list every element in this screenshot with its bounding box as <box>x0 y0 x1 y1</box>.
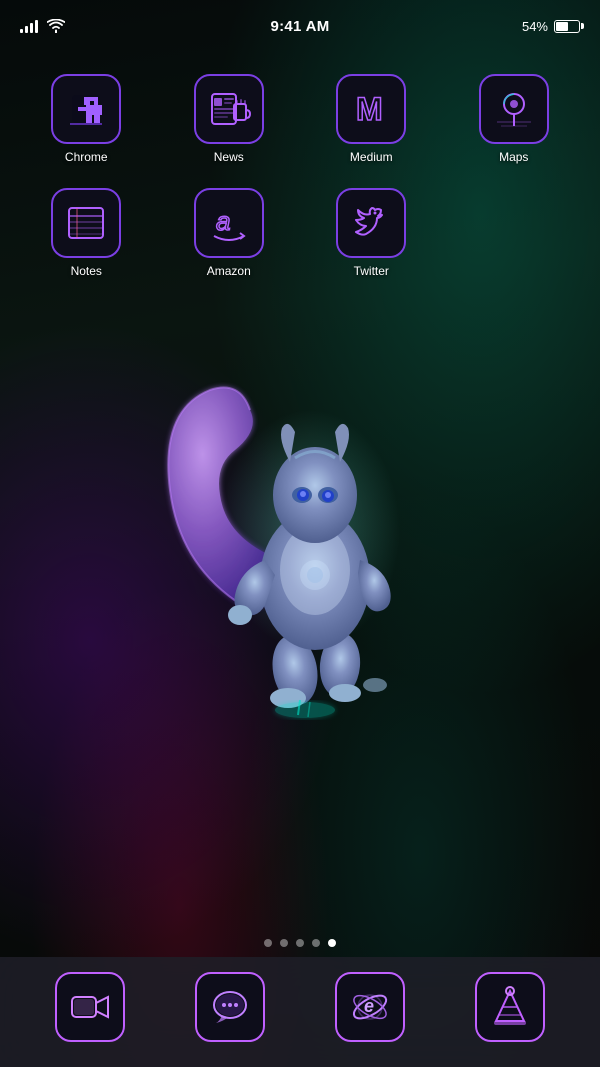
chrome-label: Chrome <box>65 150 108 164</box>
twitter-label: Twitter <box>354 264 389 278</box>
page-dot-1[interactable] <box>264 939 272 947</box>
amazon-icon: a <box>194 188 264 258</box>
page-dot-2[interactable] <box>280 939 288 947</box>
status-time: 9:41 AM <box>270 18 329 35</box>
page-indicators <box>264 939 336 947</box>
notes-icon <box>51 188 121 258</box>
page-dot-3[interactable] <box>296 939 304 947</box>
app-medium[interactable]: M Medium <box>300 62 443 176</box>
medium-icon: M <box>336 74 406 144</box>
twitter-icon <box>336 188 406 258</box>
app-notes[interactable]: Notes <box>15 176 158 290</box>
medium-label: Medium <box>350 150 393 164</box>
battery-percentage: 54% <box>522 19 548 34</box>
signal-icon <box>20 19 38 33</box>
dock-messages[interactable] <box>195 972 265 1042</box>
app-grid: Chrome News <box>0 52 600 300</box>
app-news[interactable]: News <box>158 62 301 176</box>
wifi-icon <box>47 19 65 33</box>
notes-label: Notes <box>71 264 102 278</box>
page-dot-4[interactable] <box>312 939 320 947</box>
dock-facetime[interactable] <box>55 972 125 1042</box>
ie-icon: e <box>335 972 405 1042</box>
vlc-icon <box>475 972 545 1042</box>
news-icon <box>194 74 264 144</box>
app-chrome[interactable]: Chrome <box>15 62 158 176</box>
maps-icon <box>479 74 549 144</box>
app-twitter[interactable]: Twitter <box>300 176 443 290</box>
facetime-icon <box>55 972 125 1042</box>
battery-icon <box>554 20 580 33</box>
messages-icon <box>195 972 265 1042</box>
amazon-label: Amazon <box>207 264 251 278</box>
dock: e <box>0 957 600 1067</box>
svg-text:a: a <box>216 206 230 236</box>
dock-vlc[interactable] <box>475 972 545 1042</box>
signal-area <box>20 19 65 33</box>
news-label: News <box>214 150 244 164</box>
status-bar: 9:41 AM 54% <box>0 0 600 44</box>
battery-fill <box>556 22 568 31</box>
svg-text:M: M <box>356 91 383 127</box>
chrome-icon <box>51 74 121 144</box>
maps-label: Maps <box>499 150 528 164</box>
svg-text:e: e <box>364 996 374 1016</box>
app-amazon[interactable]: a Amazon <box>158 176 301 290</box>
wallpaper-character <box>150 310 450 740</box>
battery-area: 54% <box>522 19 580 34</box>
page-dot-5[interactable] <box>328 939 336 947</box>
app-maps[interactable]: Maps <box>443 62 586 176</box>
dock-ie[interactable]: e <box>335 972 405 1042</box>
